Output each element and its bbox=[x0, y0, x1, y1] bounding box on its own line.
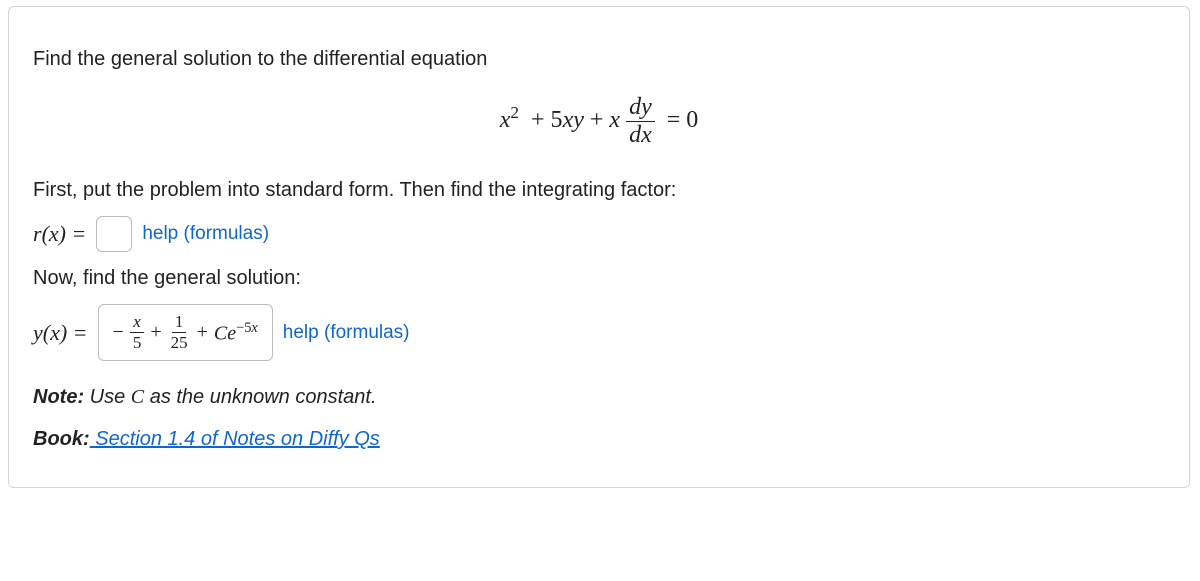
book-line: Book: Section 1.4 of Notes on Diffy Qs bbox=[33, 425, 1165, 453]
r-row: r(x) = help (formulas) bbox=[33, 216, 1165, 252]
y-row: y(x) = − x5 + 125 + Ce−5x help (formulas… bbox=[33, 304, 1165, 361]
note-line: Note: Use C as the unknown constant. bbox=[33, 383, 1165, 411]
r-help-link[interactable]: help (formulas) bbox=[142, 223, 269, 245]
note-text: Use C as the unknown constant. bbox=[84, 386, 376, 408]
differential-equation: x2 + 5xy + x dy dx = 0 bbox=[33, 95, 1165, 148]
r-input[interactable] bbox=[96, 216, 132, 252]
r-label: r(x) = bbox=[33, 221, 86, 247]
step2-text: Now, find the general solution: bbox=[33, 264, 1165, 292]
y-label: y(x) = bbox=[33, 320, 88, 346]
problem-container: Find the general solution to the differe… bbox=[8, 6, 1190, 488]
book-prefix: Book: bbox=[33, 428, 90, 450]
y-input[interactable]: − x5 + 125 + Ce−5x bbox=[98, 304, 273, 361]
book-link[interactable]: Section 1.4 of Notes on Diffy Qs bbox=[90, 428, 380, 450]
intro-text: Find the general solution to the differe… bbox=[33, 45, 1165, 73]
y-help-link[interactable]: help (formulas) bbox=[283, 322, 410, 344]
step1-text: First, put the problem into standard for… bbox=[33, 176, 1165, 204]
note-prefix: Note: bbox=[33, 386, 84, 408]
